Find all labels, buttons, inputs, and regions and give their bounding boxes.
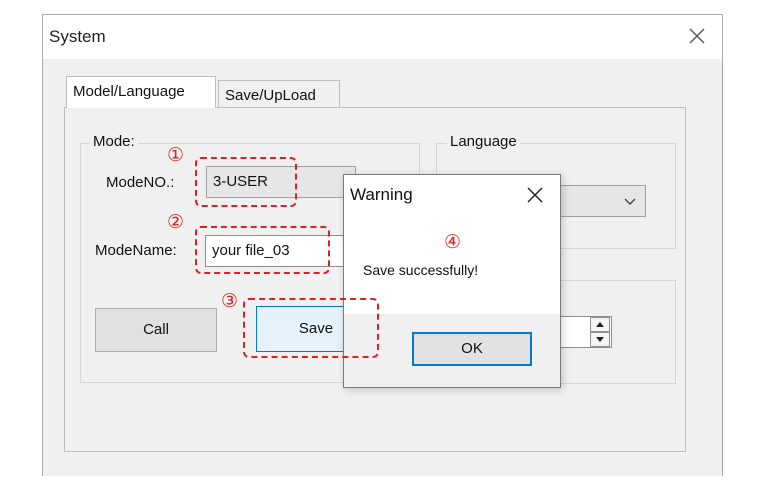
language-select[interactable]	[560, 185, 646, 217]
annotation-box-3	[243, 298, 379, 358]
window-close-icon[interactable]	[684, 23, 710, 49]
tab-model-language[interactable]: Model/Language	[66, 76, 216, 108]
language-group-label: Language	[447, 133, 520, 150]
annotation-marker-4: ④	[444, 232, 462, 253]
dialog-title: Warning	[350, 185, 413, 204]
spin-stepper[interactable]	[590, 317, 610, 347]
mode-name-label: ModeName:	[95, 242, 177, 259]
annotation-box-1	[195, 157, 297, 207]
call-button-label: Call	[143, 321, 169, 338]
annotation-marker-1: ①	[167, 145, 185, 166]
annotation-box-2	[195, 226, 330, 274]
tab-save-upload[interactable]: Save/UpLoad	[218, 80, 340, 108]
ok-button[interactable]: OK	[412, 332, 532, 366]
spin-down-button[interactable]	[590, 332, 610, 347]
triangle-up-icon	[596, 322, 604, 327]
call-button[interactable]: Call	[95, 308, 217, 352]
title-bar: System	[43, 15, 722, 59]
chevron-down-icon	[623, 186, 637, 227]
dialog-message: Save successfully!	[363, 262, 479, 278]
tab-label: Model/Language	[73, 83, 185, 100]
ok-button-label: OK	[461, 340, 483, 357]
tab-label: Save/UpLoad	[225, 87, 316, 104]
window-title: System	[49, 27, 106, 46]
mode-no-label: ModeNO.:	[106, 174, 175, 191]
dialog-close-icon[interactable]	[524, 184, 546, 206]
mode-group-label: Mode:	[90, 133, 138, 150]
spin-up-button[interactable]	[590, 317, 610, 332]
annotation-marker-3: ③	[221, 291, 239, 312]
annotation-marker-2: ②	[167, 212, 185, 233]
triangle-down-icon	[596, 337, 604, 342]
